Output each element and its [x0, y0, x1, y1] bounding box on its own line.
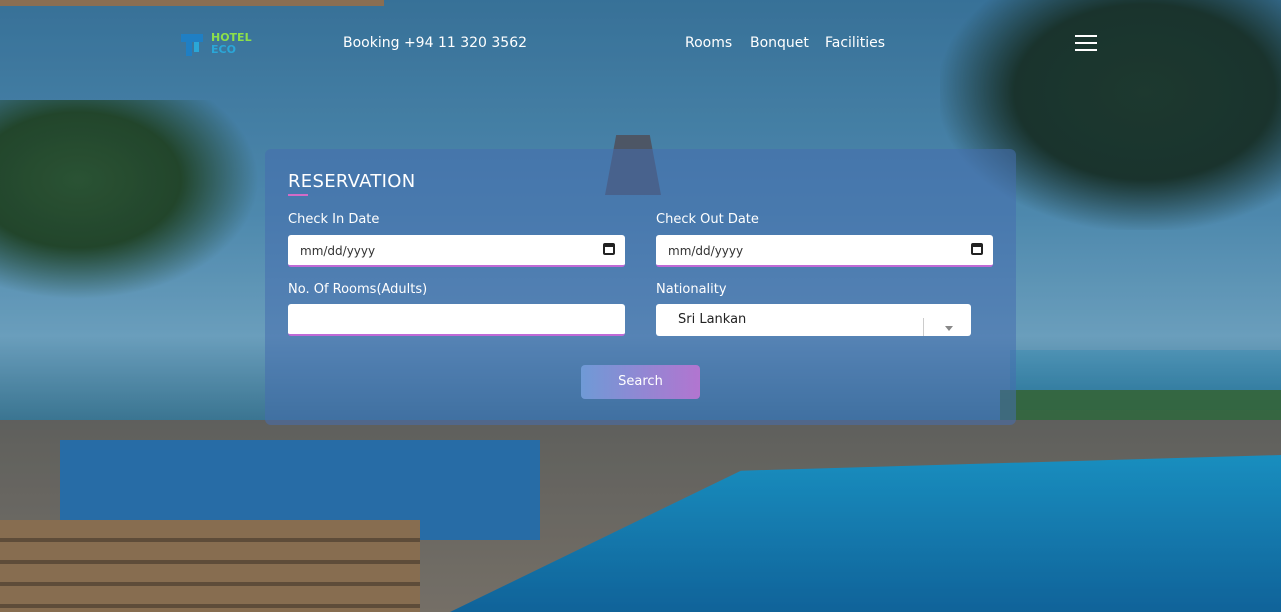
- search-button[interactable]: Search: [581, 365, 700, 399]
- check-in-value: mm/dd/yyyy: [300, 244, 376, 258]
- check-in-label: Check In Date: [288, 212, 380, 227]
- hotel-logo[interactable]: HOTEL ECO: [178, 28, 258, 60]
- check-in-date-input[interactable]: mm/dd/yyyy: [288, 235, 625, 267]
- rooms-label: No. Of Rooms(Adults): [288, 282, 428, 297]
- check-out-label: Check Out Date: [656, 212, 759, 227]
- hotel-logo-icon: [181, 34, 203, 56]
- calendar-icon[interactable]: [971, 243, 983, 255]
- nav-link-facilities[interactable]: Facilities: [825, 35, 885, 51]
- menu-icon[interactable]: [1075, 35, 1097, 51]
- logo-text: HOTEL ECO: [211, 31, 252, 56]
- calendar-icon[interactable]: [603, 243, 615, 255]
- nationality-value: Sri Lankan: [678, 312, 747, 327]
- rooms-input[interactable]: [288, 304, 625, 336]
- select-divider: [923, 318, 924, 336]
- check-out-date-input[interactable]: mm/dd/yyyy: [656, 235, 993, 267]
- booking-phone[interactable]: Booking +94 11 320 3562: [343, 35, 527, 51]
- top-navigation: HOTEL ECO Booking +94 11 320 3562 Rooms …: [0, 0, 1281, 90]
- reservation-panel: RESERVATION Check In Date mm/dd/yyyy Che…: [265, 149, 1016, 425]
- nav-link-bonquet[interactable]: Bonquet: [750, 35, 809, 51]
- nationality-select[interactable]: Sri Lankan: [656, 304, 971, 336]
- nav-link-rooms[interactable]: Rooms: [685, 35, 732, 51]
- nationality-label: Nationality: [656, 282, 727, 297]
- title-underline: [288, 194, 308, 196]
- check-out-value: mm/dd/yyyy: [668, 244, 744, 258]
- chevron-down-icon[interactable]: [945, 326, 953, 331]
- reservation-title: RESERVATION: [288, 171, 416, 192]
